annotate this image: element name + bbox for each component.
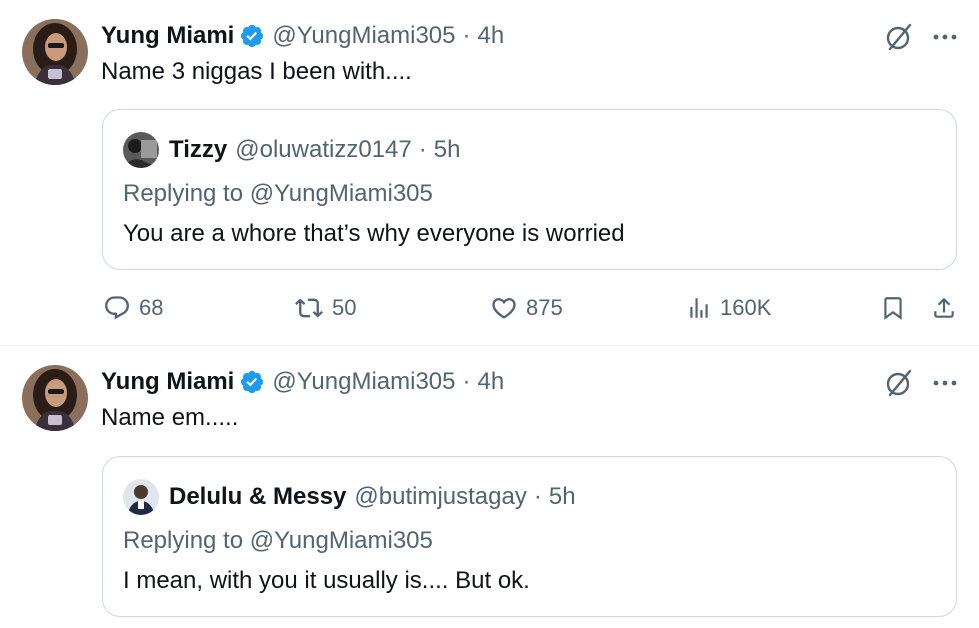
like-count: 875 bbox=[526, 295, 563, 320]
repost-icon bbox=[294, 294, 324, 322]
quoted-tweet[interactable]: Tizzy @oluwatizz0147 · 5h Replying to @Y… bbox=[102, 109, 957, 270]
bookmark-button[interactable] bbox=[880, 294, 906, 322]
quote-avatar bbox=[123, 479, 159, 515]
quote-author-handle: @oluwatizz0147 bbox=[235, 136, 412, 163]
author-handle[interactable]: @YungMiami305 bbox=[272, 368, 455, 396]
reply-icon bbox=[103, 294, 131, 322]
views-count: 160K bbox=[720, 295, 772, 320]
action-bar: 68 50 875 160K bbox=[0, 294, 979, 326]
quote-timestamp: 5h bbox=[548, 483, 576, 510]
grok-icon[interactable] bbox=[884, 22, 914, 52]
views-button[interactable]: 160K bbox=[686, 294, 771, 322]
replying-to: Replying to @YungMiami305 bbox=[123, 527, 433, 554]
quote-text: You are a whore that’s why everyone is w… bbox=[123, 220, 625, 247]
separator: · bbox=[462, 22, 471, 49]
author-name[interactable]: Yung Miami bbox=[101, 22, 234, 50]
tweet-text: Name em..... bbox=[101, 404, 239, 431]
quote-avatar bbox=[123, 132, 159, 168]
repost-count: 50 bbox=[332, 295, 357, 320]
separator: · bbox=[533, 483, 542, 510]
more-icon[interactable] bbox=[928, 22, 962, 52]
tweet[interactable]: Yung Miami @YungMiami305 · 4h Name em...… bbox=[0, 346, 979, 628]
repost-button[interactable]: 50 bbox=[294, 294, 356, 322]
reply-button[interactable]: 68 bbox=[103, 294, 163, 322]
views-icon bbox=[686, 294, 712, 322]
timestamp[interactable]: 4h bbox=[478, 22, 505, 50]
quote-header: Tizzy @oluwatizz0147 · 5h bbox=[123, 132, 460, 168]
reply-count: 68 bbox=[139, 295, 164, 320]
heart-icon bbox=[490, 294, 518, 322]
tweet-header: Yung Miami @YungMiami305 · 4h bbox=[101, 366, 504, 398]
quote-text: I mean, with you it usually is.... But o… bbox=[123, 567, 530, 594]
avatar[interactable] bbox=[22, 365, 88, 431]
verified-badge-icon bbox=[239, 369, 265, 395]
like-button[interactable]: 875 bbox=[490, 294, 563, 322]
quote-author-name: Tizzy bbox=[169, 136, 228, 163]
separator: · bbox=[462, 368, 471, 395]
more-icon[interactable] bbox=[928, 368, 962, 398]
timestamp[interactable]: 4h bbox=[478, 368, 505, 396]
separator: · bbox=[418, 136, 427, 163]
avatar[interactable] bbox=[22, 19, 88, 85]
tweet-header: Yung Miami @YungMiami305 · 4h bbox=[101, 20, 504, 52]
grok-icon[interactable] bbox=[884, 368, 914, 398]
quoted-tweet[interactable]: Delulu & Messy @butimjustagay · 5h Reply… bbox=[102, 456, 957, 617]
author-handle[interactable]: @YungMiami305 bbox=[272, 22, 455, 50]
share-icon bbox=[931, 294, 957, 322]
quote-author-handle: @butimjustagay bbox=[354, 483, 527, 510]
verified-badge-icon bbox=[239, 23, 265, 49]
quote-header: Delulu & Messy @butimjustagay · 5h bbox=[123, 479, 576, 515]
bookmark-icon bbox=[880, 294, 906, 322]
tweet-text: Name 3 niggas I been with.... bbox=[101, 58, 412, 85]
replying-to: Replying to @YungMiami305 bbox=[123, 180, 433, 207]
quote-author-name: Delulu & Messy bbox=[169, 483, 347, 510]
tweet[interactable]: Yung Miami @YungMiami305 · 4h Name 3 nig… bbox=[0, 0, 979, 345]
share-button[interactable] bbox=[931, 294, 957, 322]
author-name[interactable]: Yung Miami bbox=[101, 368, 234, 396]
quote-timestamp: 5h bbox=[433, 136, 461, 163]
